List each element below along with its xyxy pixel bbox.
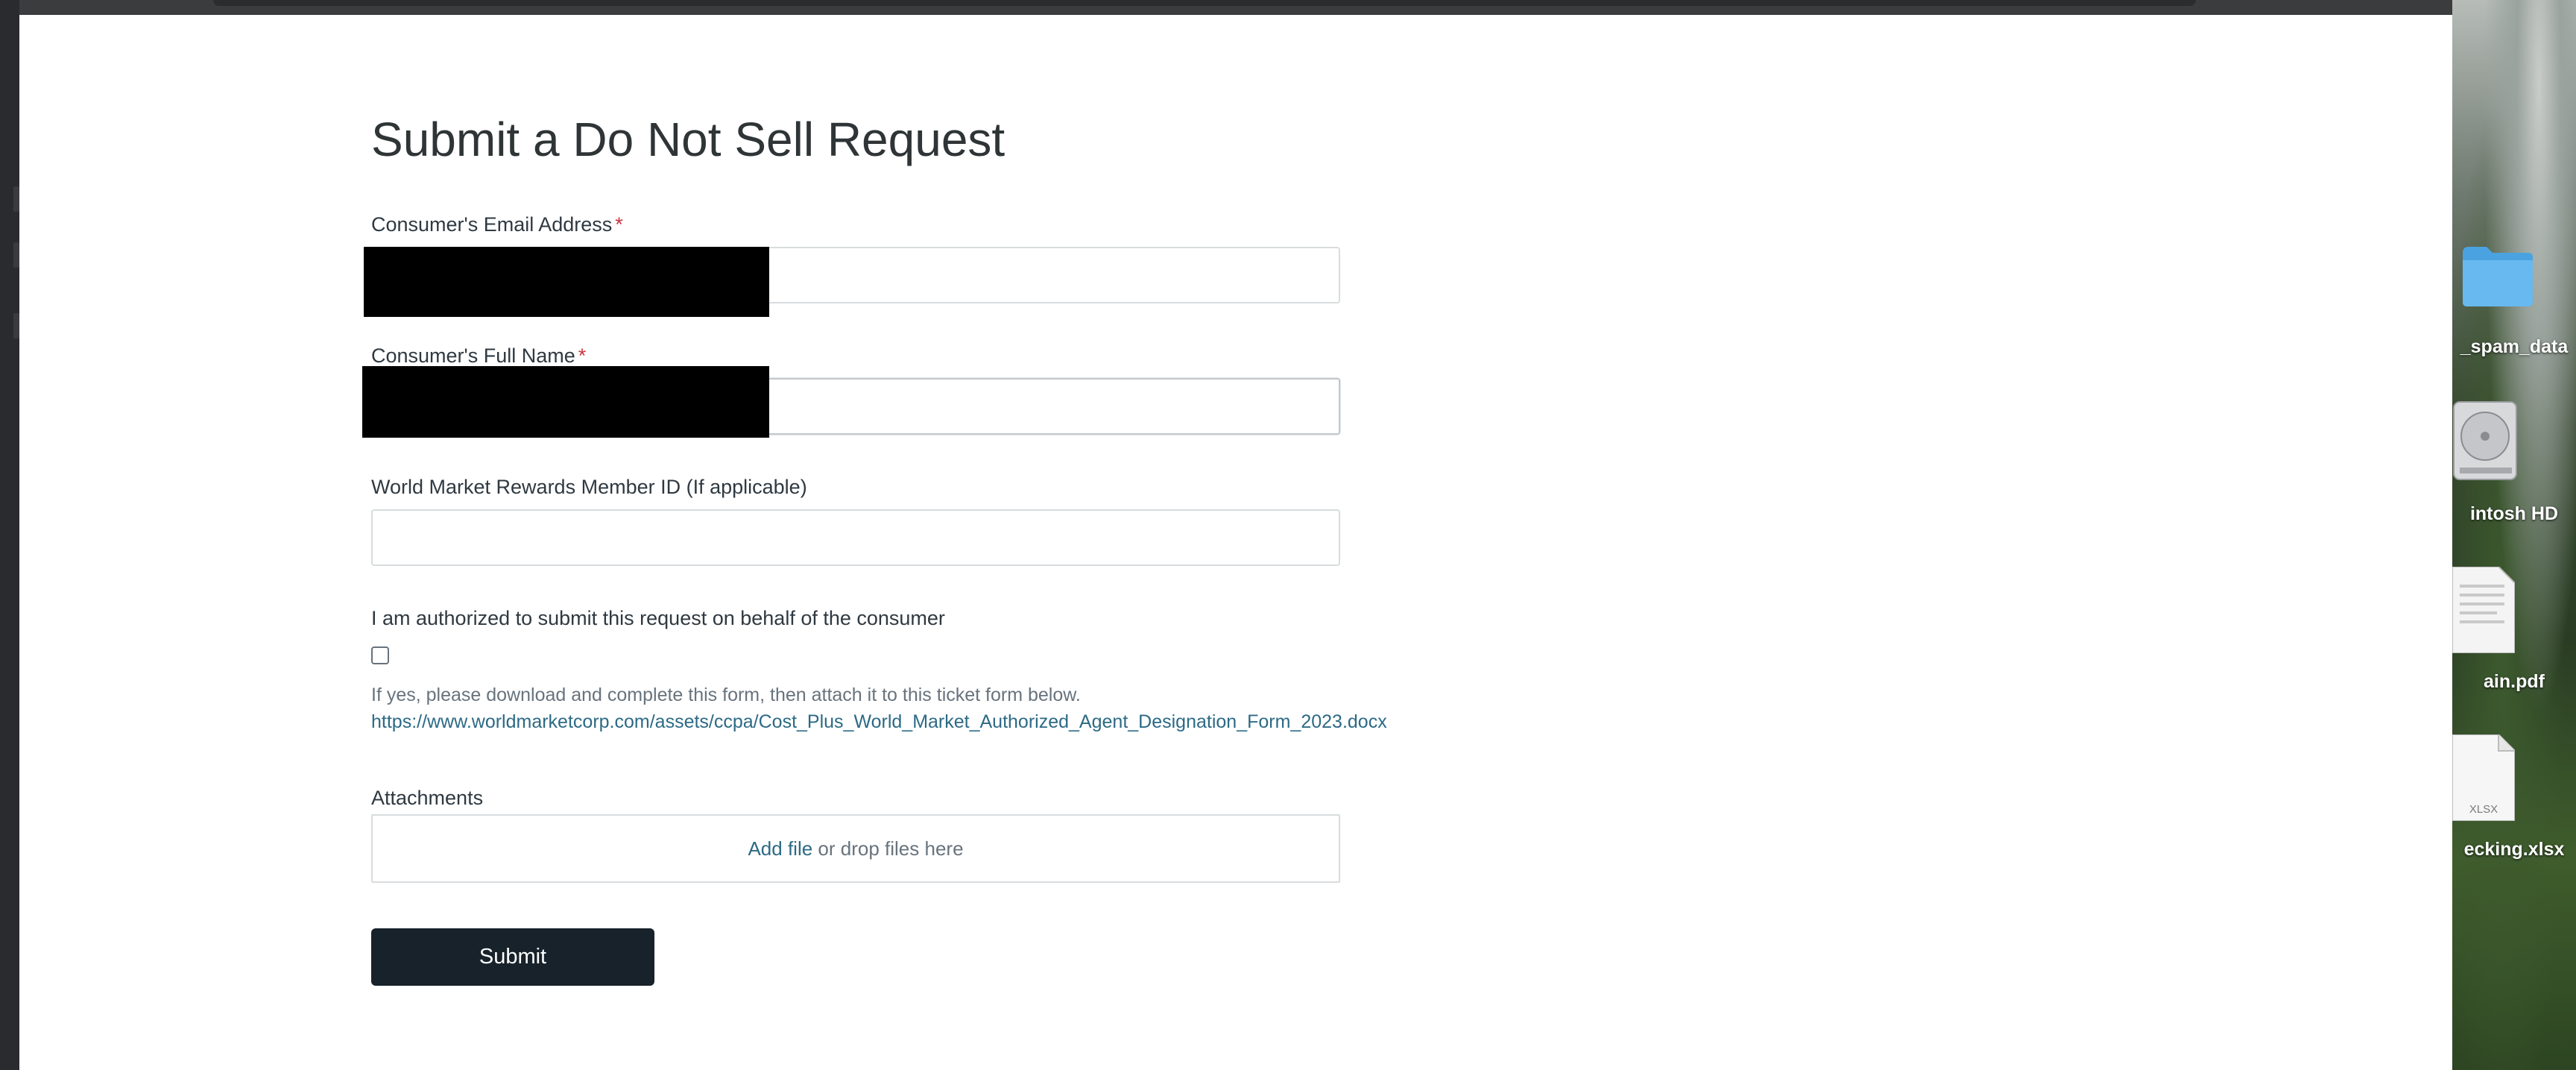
redaction-box — [364, 247, 769, 317]
desktop-item-label: ecking.xlsx — [2463, 839, 2565, 860]
attachments-label: Attachments — [371, 787, 484, 809]
agent-form-link[interactable]: https://www.worldmarketcorp.com/assets/c… — [371, 711, 1387, 733]
desktop-item-spam-data[interactable]: _spam_data — [2452, 242, 2576, 362]
drop-files-text: or drop files here — [812, 837, 964, 860]
desktop-background: _spam_data intosh HD ain.pdf XLSX ecking — [2452, 0, 2576, 1070]
desktop-left-edge — [0, 0, 19, 1070]
folder-icon — [2463, 247, 2533, 306]
desktop-item-pdf[interactable]: ain.pdf — [2452, 567, 2576, 693]
window-topbar — [19, 0, 2452, 15]
desktop-item-xlsx[interactable]: XLSX ecking.xlsx — [2452, 734, 2576, 861]
add-file-link[interactable]: Add file — [748, 837, 812, 860]
desktop-item-label: ain.pdf — [2484, 671, 2545, 692]
required-mark: * — [578, 344, 587, 367]
full-name-label-text: Consumer's Full Name — [371, 344, 575, 367]
desktop-item-label: intosh HD — [2469, 503, 2559, 524]
edge-handle — [13, 186, 19, 212]
edge-handle — [13, 313, 19, 339]
authorized-hint: If yes, please download and complete thi… — [371, 685, 1081, 705]
required-mark: * — [615, 213, 623, 236]
browser-window: Submit a Do Not Sell Request Consumer's … — [19, 0, 2452, 1070]
pdf-document-icon — [2452, 567, 2515, 653]
member-id-field[interactable] — [371, 509, 1340, 566]
email-label: Consumer's Email Address * — [371, 213, 623, 236]
attachments-dropzone[interactable]: Add file or drop files here — [371, 814, 1340, 883]
member-id-label: World Market Rewards Member ID (If appli… — [371, 476, 807, 498]
full-name-label: Consumer's Full Name * — [371, 344, 586, 368]
tab-strip — [213, 0, 2196, 6]
desktop-item-hard-disk[interactable]: intosh HD — [2452, 399, 2576, 526]
xlsx-badge: XLSX — [2469, 803, 2498, 816]
email-label-text: Consumer's Email Address — [371, 213, 613, 236]
hard-disk-icon — [2453, 401, 2517, 480]
authorized-checkbox[interactable] — [371, 646, 389, 664]
submit-button[interactable]: Submit — [371, 928, 654, 986]
redaction-box — [362, 366, 769, 438]
authorized-label: I am authorized to submit this request o… — [371, 607, 945, 629]
page-title: Submit a Do Not Sell Request — [371, 113, 1006, 166]
desktop-item-label: _spam_data — [2460, 336, 2569, 357]
edge-handle — [13, 242, 19, 268]
